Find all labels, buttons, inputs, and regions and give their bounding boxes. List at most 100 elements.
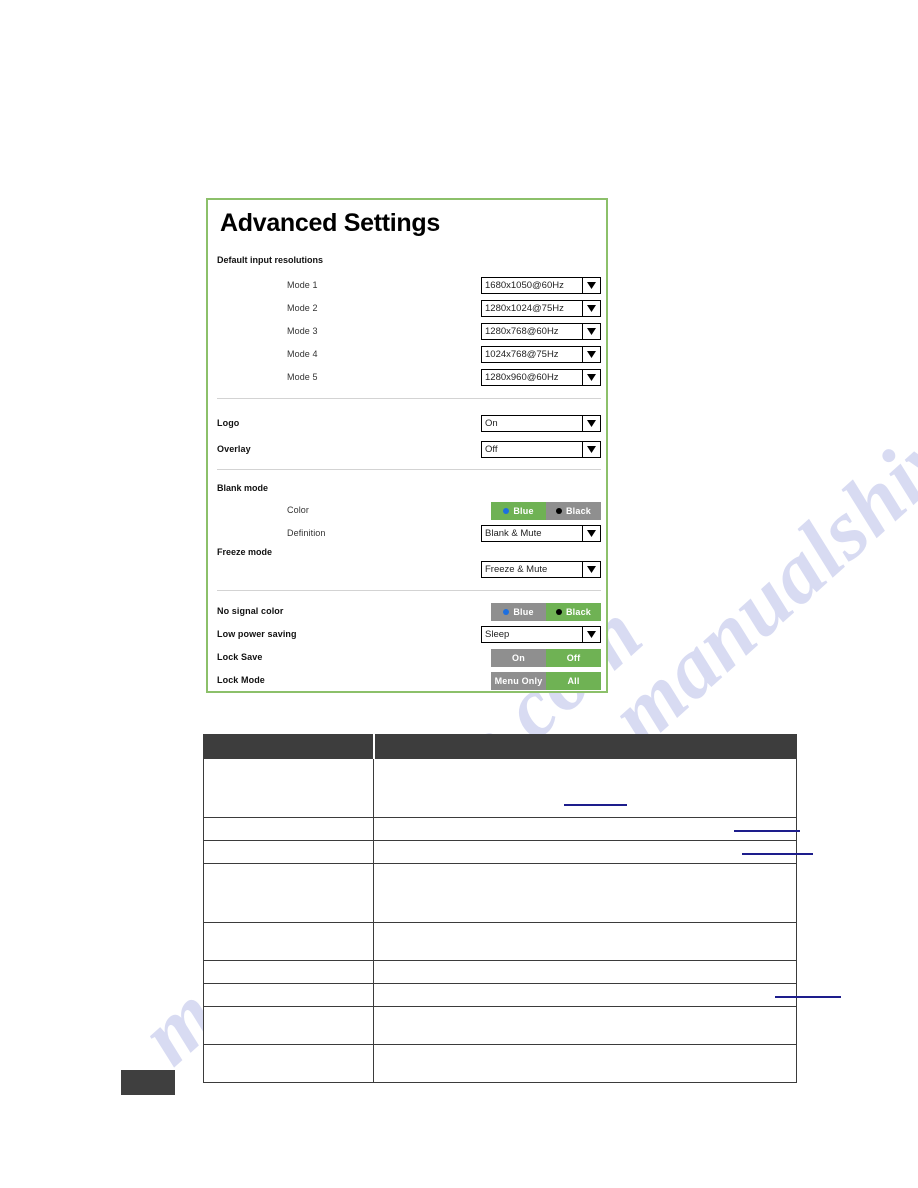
table-cell-description-text xyxy=(379,867,791,913)
dropdown-mode-3-value: 1280x768@60Hz xyxy=(485,326,559,337)
table-cell-description-text xyxy=(379,762,791,808)
table-cell-name xyxy=(203,840,374,864)
toggle-option-off[interactable]: Off xyxy=(546,649,601,667)
table-row xyxy=(203,922,797,961)
label-mode-5: Mode 5 xyxy=(287,372,318,382)
toggle-option-blue[interactable]: Blue xyxy=(491,502,546,520)
toggle-option-all[interactable]: All xyxy=(546,672,601,690)
label-logo: Logo xyxy=(217,418,240,428)
table-cell-description xyxy=(373,960,797,984)
dropdown-low-power-saving-value: Sleep xyxy=(485,629,510,640)
dropdown-mode-4[interactable]: 1024x768@75Hz xyxy=(481,346,601,363)
chevron-down-icon xyxy=(582,324,600,339)
label-lock-save: Lock Save xyxy=(217,652,263,662)
label-definition: Definition xyxy=(287,528,326,538)
table-cell-description-text xyxy=(379,844,813,855)
hyperlink-underline[interactable] xyxy=(775,996,841,998)
table-header-cell-2 xyxy=(372,734,797,759)
row-logo: Logo On xyxy=(217,415,601,435)
row-freeze-definition: Freeze & Mute xyxy=(217,561,601,581)
chevron-down-icon xyxy=(582,562,600,577)
black-dot-icon xyxy=(555,508,562,514)
label-mode-3: Mode 3 xyxy=(287,326,318,336)
row-mode-3: Mode 3 1280x768@60Hz xyxy=(217,323,601,343)
toggle-option-menu-only[interactable]: Menu Only xyxy=(491,672,546,690)
dropdown-mode-1-value: 1680x1050@60Hz xyxy=(485,280,564,291)
toggle-blank-color[interactable]: Blue Black xyxy=(491,502,601,520)
table-row xyxy=(203,983,841,1007)
toggle-lock-mode[interactable]: Menu Only All xyxy=(491,672,601,690)
toggle-lock-save[interactable]: On Off xyxy=(491,649,601,667)
label-lock-mode: Lock Mode xyxy=(217,675,265,685)
spec-table xyxy=(203,734,841,1083)
toggle-no-signal-color[interactable]: Blue Black xyxy=(491,603,601,621)
dropdown-mode-1[interactable]: 1680x1050@60Hz xyxy=(481,277,601,294)
table-cell-description-text xyxy=(379,987,841,998)
page-number-marker xyxy=(121,1070,175,1095)
page-title: Advanced Settings xyxy=(220,209,440,237)
dropdown-mode-2[interactable]: 1280x1024@75Hz xyxy=(481,300,601,317)
table-cell-description xyxy=(373,840,813,864)
toggle-option-on[interactable]: On xyxy=(491,649,546,667)
toggle-option-black-label: Black xyxy=(565,607,592,617)
chevron-down-icon xyxy=(582,347,600,362)
chevron-down-icon xyxy=(582,526,600,541)
table-row xyxy=(203,817,800,841)
table-cell-description xyxy=(373,863,797,923)
table-cell-description-text xyxy=(379,964,791,974)
hyperlink-underline[interactable] xyxy=(742,853,813,855)
label-mode-4: Mode 4 xyxy=(287,349,318,359)
blue-dot-icon xyxy=(503,609,510,615)
table-cell-name xyxy=(203,983,374,1007)
hyperlink-underline[interactable] xyxy=(564,804,627,806)
table-row xyxy=(203,863,797,923)
row-blank-color: Color Blue Black xyxy=(217,502,601,522)
group-label-default-input-resolutions: Default input resolutions xyxy=(217,255,324,265)
dropdown-blank-definition-value: Blank & Mute xyxy=(485,528,542,539)
label-mode-2: Mode 2 xyxy=(287,303,318,313)
table-cell-description xyxy=(373,1006,797,1045)
table-cell-description xyxy=(373,817,800,841)
table-cell-description xyxy=(373,983,841,1007)
watermark-text: manualshive.com xyxy=(591,264,918,763)
table-cell-name xyxy=(203,758,374,818)
table-cell-name-text xyxy=(209,964,368,974)
toggle-option-black[interactable]: Black xyxy=(546,603,601,621)
blue-dot-icon xyxy=(503,508,510,514)
table-cell-name-text xyxy=(209,867,368,877)
dropdown-mode-4-value: 1024x768@75Hz xyxy=(485,349,559,360)
table-row xyxy=(203,1006,797,1045)
dropdown-low-power-saving[interactable]: Sleep xyxy=(481,626,601,643)
table-cell-description-text xyxy=(379,821,800,832)
section-divider xyxy=(217,469,601,470)
chevron-down-icon xyxy=(582,370,600,385)
chevron-down-icon xyxy=(582,278,600,293)
dropdown-overlay[interactable]: Off xyxy=(481,441,601,458)
hyperlink-underline[interactable] xyxy=(734,830,800,832)
table-cell-description-text xyxy=(379,1010,791,1035)
dropdown-blank-definition[interactable]: Blank & Mute xyxy=(481,525,601,542)
chevron-down-icon xyxy=(582,301,600,316)
label-mode-1: Mode 1 xyxy=(287,280,318,290)
table-cell-name xyxy=(203,817,374,841)
toggle-option-blue[interactable]: Blue xyxy=(491,603,546,621)
group-label-blank-mode: Blank mode xyxy=(217,483,269,493)
toggle-option-black[interactable]: Black xyxy=(546,502,601,520)
advanced-settings-panel: Advanced Settings Default input resoluti… xyxy=(206,198,608,693)
black-dot-icon xyxy=(555,609,562,615)
dropdown-mode-3[interactable]: 1280x768@60Hz xyxy=(481,323,601,340)
table-cell-description xyxy=(373,758,797,818)
dropdown-mode-5[interactable]: 1280x960@60Hz xyxy=(481,369,601,386)
table-row xyxy=(203,960,797,984)
group-label-freeze-mode: Freeze mode xyxy=(217,547,273,557)
row-mode-5: Mode 5 1280x960@60Hz xyxy=(217,369,601,389)
toggle-option-blue-label: Blue xyxy=(513,607,534,617)
dropdown-mode-2-value: 1280x1024@75Hz xyxy=(485,303,564,314)
dropdown-freeze-mode[interactable]: Freeze & Mute xyxy=(481,561,601,578)
dropdown-logo-value: On xyxy=(485,418,498,429)
table-row xyxy=(203,1044,797,1083)
label-color: Color xyxy=(287,505,310,515)
table-cell-description-text xyxy=(379,1048,791,1073)
row-overlay: Overlay Off xyxy=(217,441,601,461)
dropdown-logo[interactable]: On xyxy=(481,415,601,432)
